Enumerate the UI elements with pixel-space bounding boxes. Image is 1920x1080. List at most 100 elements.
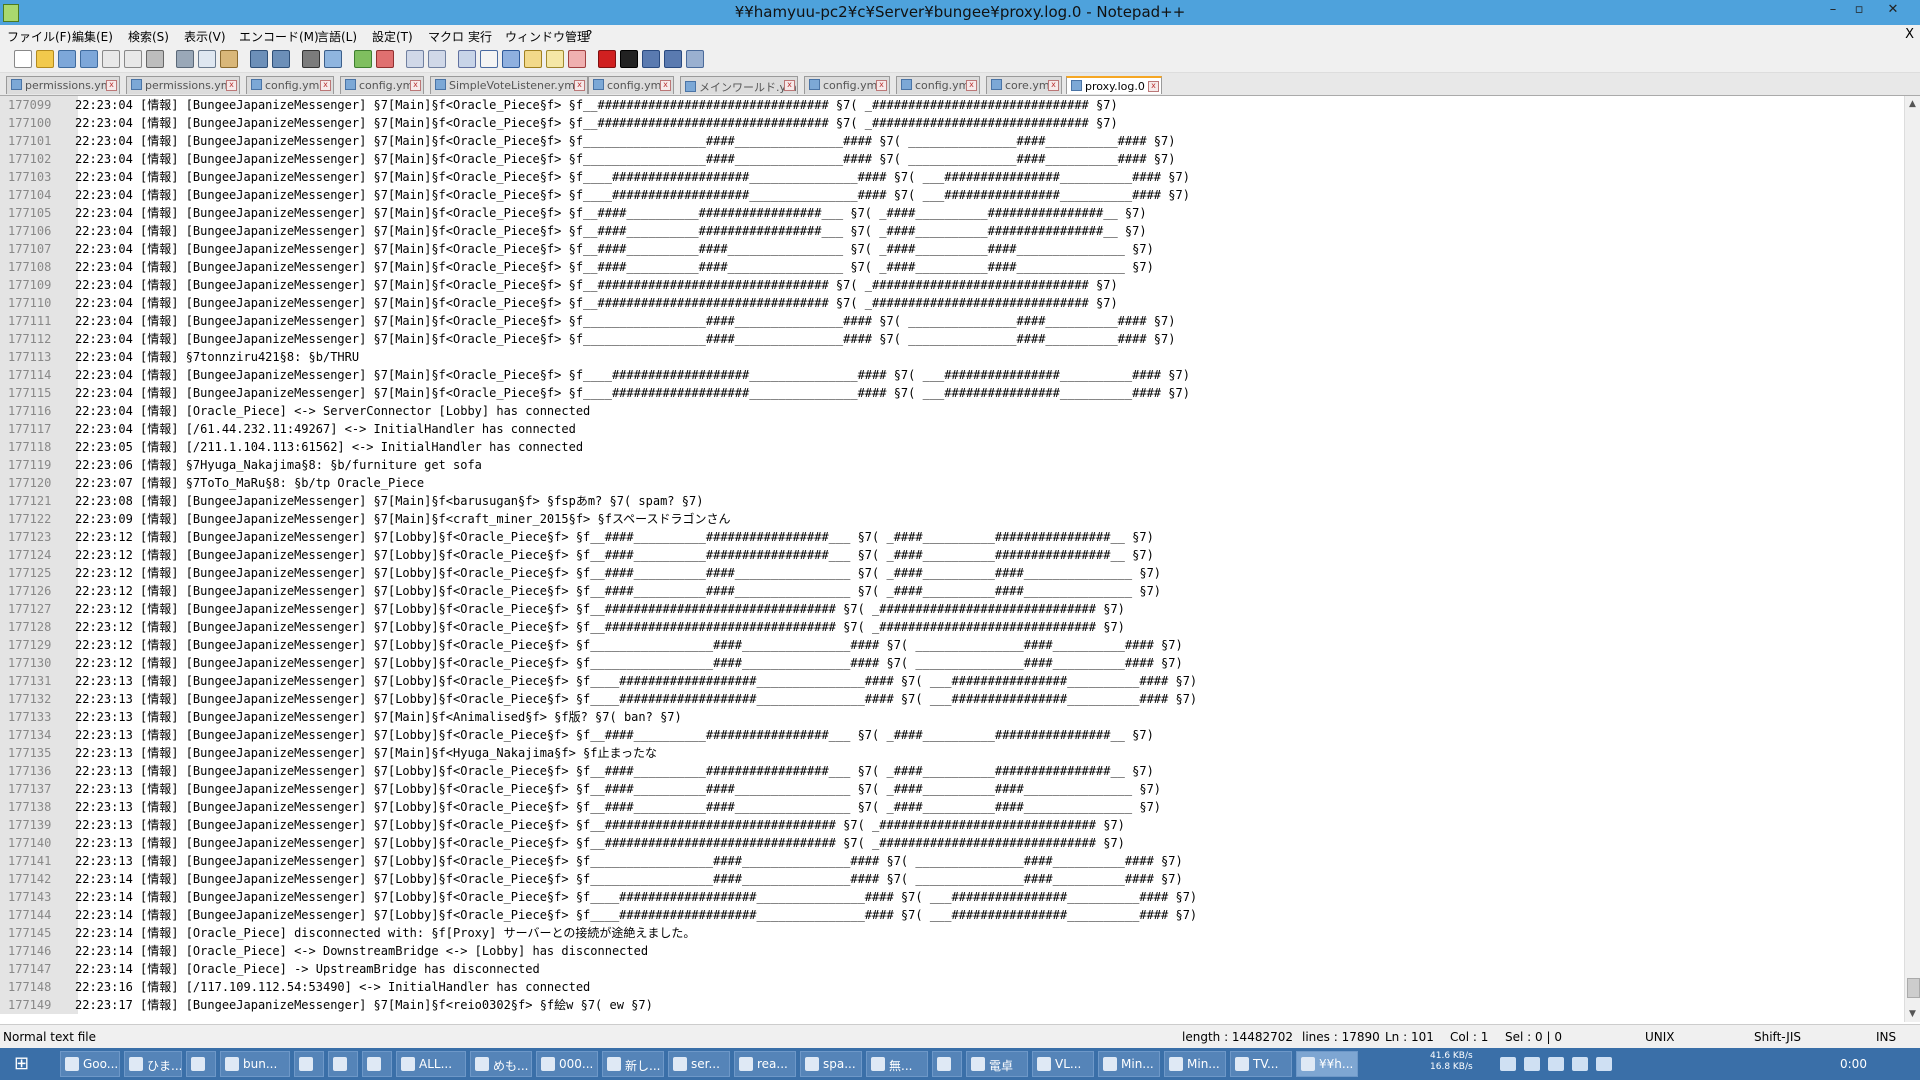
log-line[interactable]: 177142 22:23:14 [情報] [BungeeJapanizeMesse… [0,870,1904,888]
tab-close-icon[interactable]: x [226,80,237,91]
log-line[interactable]: 177133 22:23:13 [情報] [BungeeJapanizeMesse… [0,708,1904,726]
notification-icon[interactable] [1548,1057,1564,1071]
taskbar-app-button[interactable] [362,1051,392,1077]
redo-icon[interactable] [272,50,290,68]
log-line[interactable]: 177139 22:23:13 [情報] [BungeeJapanizeMesse… [0,816,1904,834]
menu-settings[interactable]: 設定(T) [372,28,413,45]
log-line[interactable]: 177141 22:23:13 [情報] [BungeeJapanizeMesse… [0,852,1904,870]
log-line[interactable]: 177127 22:23:12 [情報] [BungeeJapanizeMesse… [0,600,1904,618]
log-line[interactable]: 177100 22:23:04 [情報] [BungeeJapanizeMesse… [0,114,1904,132]
tab-proxy-log-0[interactable]: proxy.log.0 x [1066,76,1162,94]
taskbar-app-button[interactable]: Min... [1098,1051,1160,1077]
show-all-chars-icon[interactable] [480,50,498,68]
taskbar-app-button[interactable]: Goo... [60,1051,120,1077]
tab-core-yml[interactable]: core.yml x [986,76,1062,94]
taskbar-app-button[interactable]: rea... [734,1051,796,1077]
log-line[interactable]: 177147 22:23:14 [情報] [Oracle_Piece] -> Up… [0,960,1904,978]
log-line[interactable]: 177118 22:23:05 [情報] [/211.1.104.113:6156… [0,438,1904,456]
log-line[interactable]: 177149 22:23:17 [情報] [BungeeJapanizeMesse… [0,996,1904,1014]
indent-guide-icon[interactable] [502,50,520,68]
menu-language[interactable]: 言語(L) [317,28,357,45]
log-line[interactable]: 177109 22:23:04 [情報] [BungeeJapanizeMesse… [0,276,1904,294]
open-file-icon[interactable] [36,50,54,68]
tab-simplevotelistener-yml[interactable]: SimpleVoteListener.yml x [430,76,588,94]
log-line[interactable]: 177144 22:23:14 [情報] [BungeeJapanizeMesse… [0,906,1904,924]
log-line[interactable]: 177124 22:23:12 [情報] [BungeeJapanizeMesse… [0,546,1904,564]
log-line[interactable]: 177148 22:23:16 [情報] [/117.109.112.54:534… [0,978,1904,996]
menu-search[interactable]: 検索(S) [128,28,169,45]
taskbar-app-button[interactable]: bun... [220,1051,290,1077]
menu-macro[interactable]: マクロ [428,28,464,45]
taskbar-app-button[interactable] [294,1051,324,1077]
find-icon[interactable] [302,50,320,68]
taskbar-app-button[interactable]: ser... [668,1051,730,1077]
log-line[interactable]: 177112 22:23:04 [情報] [BungeeJapanizeMesse… [0,330,1904,348]
menu-run[interactable]: 実行 [468,28,492,45]
text-editor[interactable]: 177099 22:23:04 [情報] [BungeeJapanizeMesse… [0,96,1904,1022]
taskbar-app-button[interactable]: ¥¥h... [1296,1051,1358,1077]
log-line[interactable]: 177103 22:23:04 [情報] [BungeeJapanizeMesse… [0,168,1904,186]
replace-icon[interactable] [324,50,342,68]
log-line[interactable]: 177119 22:23:06 [情報] §7Hyuga_Nakajima§8: … [0,456,1904,474]
close-all-icon[interactable] [124,50,142,68]
tab-close-icon[interactable]: x [660,80,671,91]
save-macro-icon[interactable] [686,50,704,68]
log-line[interactable]: 177114 22:23:04 [情報] [BungeeJapanizeMesse… [0,366,1904,384]
menu-edit[interactable]: 編集(E) [72,28,113,45]
log-line[interactable]: 177140 22:23:13 [情報] [BungeeJapanizeMesse… [0,834,1904,852]
log-line[interactable]: 177135 22:23:13 [情報] [BungeeJapanizeMesse… [0,744,1904,762]
new-file-icon[interactable] [14,50,32,68]
log-line[interactable]: 177110 22:23:04 [情報] [BungeeJapanizeMesse… [0,294,1904,312]
taskbar-app-button[interactable] [932,1051,962,1077]
taskbar-app-button[interactable]: 無... [866,1051,928,1077]
menu-window[interactable]: ウィンドウ管理 [505,28,589,45]
tab-close-icon[interactable]: x [320,80,331,91]
word-wrap-icon[interactable] [458,50,476,68]
taskbar-app-button[interactable]: ひま... [124,1051,182,1077]
menu-encoding[interactable]: エンコード(M) [239,28,319,45]
log-line[interactable]: 177113 22:23:04 [情報] §7tonnziru421§8: §b/… [0,348,1904,366]
tab-config-yml-3[interactable]: config.yml x [588,76,674,94]
status-eol-format[interactable]: UNIX [1645,1030,1675,1044]
volume-icon[interactable] [1500,1057,1516,1071]
log-line[interactable]: 177116 22:23:04 [情報] [Oracle_Piece] <-> S… [0,402,1904,420]
log-line[interactable]: 177102 22:23:04 [情報] [BungeeJapanizeMesse… [0,150,1904,168]
taskbar-app-button[interactable]: TV... [1230,1051,1292,1077]
log-line[interactable]: 177125 22:23:12 [情報] [BungeeJapanizeMesse… [0,564,1904,582]
log-line[interactable]: 177106 22:23:04 [情報] [BungeeJapanizeMesse… [0,222,1904,240]
minimize-button[interactable]: – [1820,2,1846,20]
tab-config-yml-5[interactable]: config.yml x [896,76,980,94]
tab-close-icon[interactable]: x [966,80,977,91]
tab-config-yml-2[interactable]: config.yml x [340,76,424,94]
log-line[interactable]: 177137 22:23:13 [情報] [BungeeJapanizeMesse… [0,780,1904,798]
tab-close-icon[interactable]: x [574,80,585,91]
menu-help[interactable]: ? [586,28,592,42]
log-line[interactable]: 177128 22:23:12 [情報] [BungeeJapanizeMesse… [0,618,1904,636]
status-insert-mode[interactable]: INS [1876,1030,1896,1044]
log-line[interactable]: 177099 22:23:04 [情報] [BungeeJapanizeMesse… [0,96,1904,114]
menu-view[interactable]: 表示(V) [184,28,226,45]
taskbar-app-button[interactable] [328,1051,358,1077]
log-line[interactable]: 177117 22:23:04 [情報] [/61.44.232.11:49267… [0,420,1904,438]
log-line[interactable]: 177122 22:23:09 [情報] [BungeeJapanizeMesse… [0,510,1904,528]
close-file-icon[interactable] [102,50,120,68]
status-encoding[interactable]: Shift-JIS [1754,1030,1801,1044]
tab-main-world-yml[interactable]: メインワールド.yml x [680,76,798,94]
doc-map-icon[interactable] [546,50,564,68]
cut-icon[interactable] [176,50,194,68]
taskbar-app-button[interactable]: spa... [800,1051,862,1077]
function-list-icon[interactable] [568,50,586,68]
taskbar-app-button[interactable]: Min... [1164,1051,1226,1077]
play-multiple-icon[interactable] [664,50,682,68]
log-line[interactable]: 177105 22:23:04 [情報] [BungeeJapanizeMesse… [0,204,1904,222]
tab-close-icon[interactable]: x [410,80,421,91]
tab-close-icon[interactable]: x [1048,80,1059,91]
taskbar-app-button[interactable]: 新し... [602,1051,664,1077]
tab-permissions-yml-1[interactable]: permissions.yml x [6,76,120,94]
print-icon[interactable] [146,50,164,68]
log-line[interactable]: 177129 22:23:12 [情報] [BungeeJapanizeMesse… [0,636,1904,654]
close-window-button[interactable]: ✕ [1880,2,1906,20]
log-line[interactable]: 177115 22:23:04 [情報] [BungeeJapanizeMesse… [0,384,1904,402]
keyboard-icon[interactable] [1596,1057,1612,1071]
save-all-icon[interactable] [80,50,98,68]
